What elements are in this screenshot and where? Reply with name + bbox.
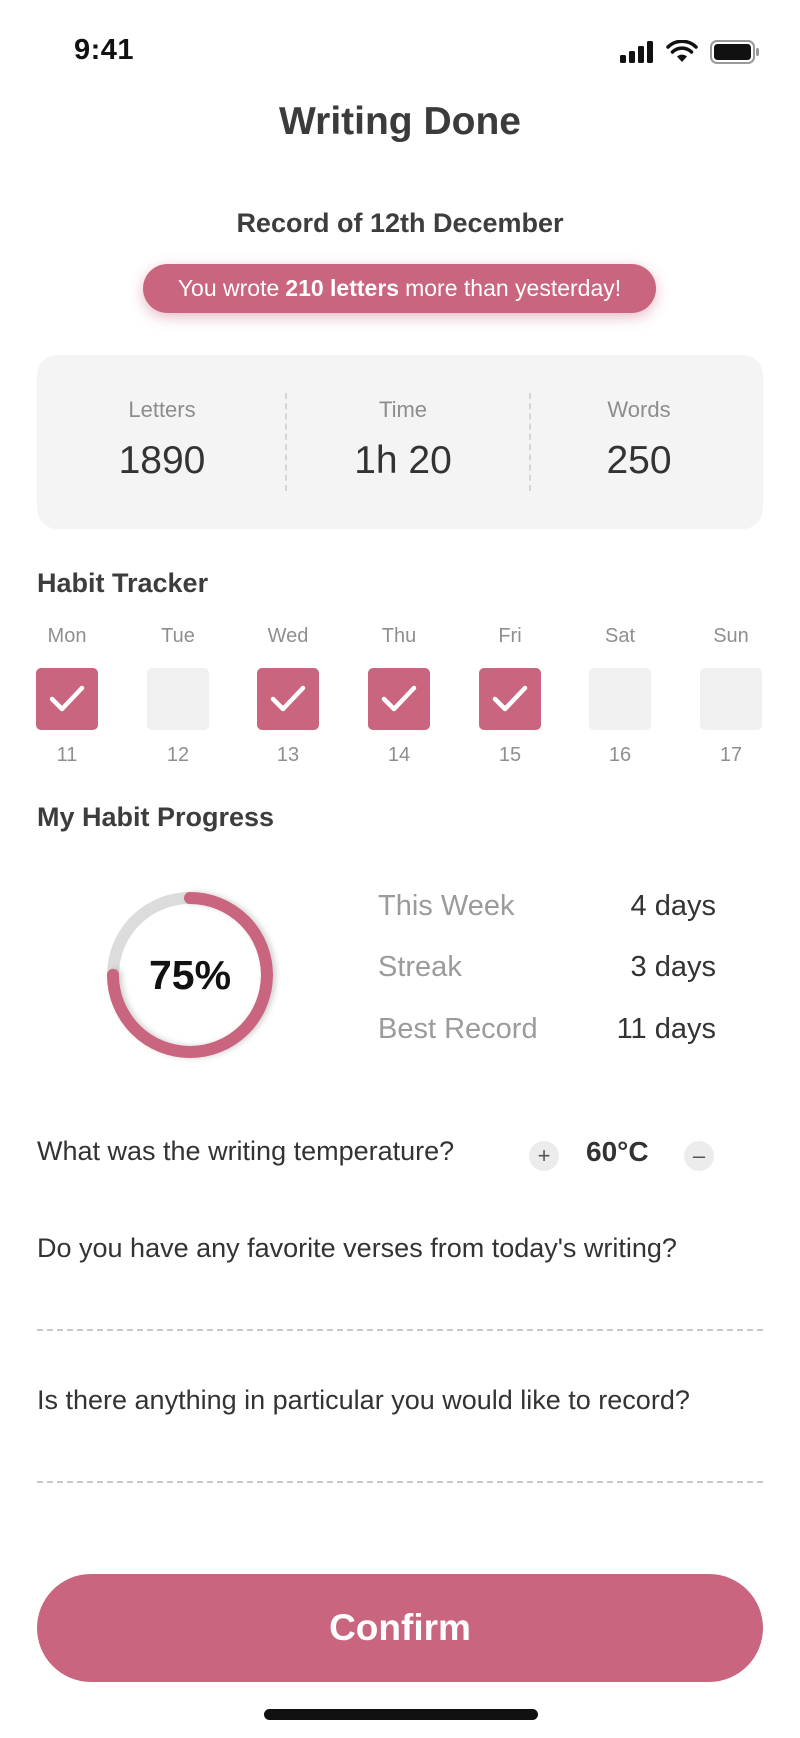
day-date: 14 — [387, 744, 411, 766]
day-name: Mon — [47, 625, 87, 647]
temperature-decrease-button[interactable]: – — [684, 1141, 714, 1171]
stat-value: 250 — [606, 439, 672, 482]
progress-label: Best Record — [378, 1013, 538, 1045]
day-sun: Sun 17 — [699, 622, 763, 767]
stat-label: Time — [378, 397, 428, 422]
progress-row-streak: Streak 3 days — [378, 951, 716, 995]
banner-suffix: more than yesterday! — [405, 275, 622, 301]
comparison-banner: You wrote 210 letters more than yesterda… — [143, 264, 656, 313]
progress-label: This Week — [378, 890, 515, 922]
day-name: Wed — [267, 625, 309, 647]
progress-row-best-record: Best Record 11 days — [378, 1013, 716, 1057]
verses-answer-input[interactable] — [37, 1329, 763, 1331]
day-date: 16 — [608, 744, 632, 766]
day-name: Sat — [604, 625, 636, 647]
day-date: 17 — [719, 744, 743, 766]
stat-label: Letters — [128, 397, 196, 422]
day-date: 11 — [56, 744, 78, 766]
progress-percent: 75% — [148, 951, 232, 998]
habit-checkbox-wed[interactable] — [257, 668, 319, 730]
day-date: 12 — [166, 744, 190, 766]
habit-checkbox-sun[interactable] — [700, 668, 762, 730]
record-answer-input[interactable] — [37, 1481, 763, 1483]
confirm-button[interactable]: Confirm — [37, 1574, 763, 1682]
record-question: Is there anything in particular you woul… — [37, 1385, 690, 1415]
banner-prefix: You wrote — [177, 275, 280, 301]
status-bar: 9:41 — [0, 0, 800, 100]
progress-row-this-week: This Week 4 days — [378, 890, 716, 934]
temperature-question: What was the writing temperature? — [37, 1136, 455, 1166]
day-mon: Mon 11 — [35, 622, 99, 767]
day-name: Sun — [713, 625, 749, 647]
progress-value: 4 days — [630, 890, 716, 922]
temperature-value: 60°C — [586, 1136, 649, 1167]
day-date: 13 — [276, 744, 300, 766]
battery-icon — [710, 40, 759, 64]
day-sat: Sat 16 — [588, 622, 652, 767]
day-wed: Wed 13 — [256, 622, 320, 767]
check-icon — [492, 685, 528, 712]
record-date: Record of 12th December — [236, 208, 564, 238]
verses-question: Do you have any favorite verses from tod… — [37, 1233, 677, 1263]
progress-value: 11 days — [616, 1013, 716, 1045]
stat-letters: Letters 1890 — [47, 355, 277, 529]
day-name: Tue — [161, 625, 195, 647]
habit-checkbox-fri[interactable] — [479, 668, 541, 730]
stat-words: Words 250 — [524, 355, 754, 529]
stat-value: 1h 20 — [354, 439, 452, 482]
habit-checkbox-sat[interactable] — [589, 668, 651, 730]
day-fri: Fri 15 — [478, 622, 542, 767]
banner-highlight: 210 letters — [285, 275, 400, 301]
check-icon — [381, 685, 417, 712]
day-name: Thu — [381, 625, 417, 647]
status-time: 9:41 — [74, 34, 135, 66]
status-icons — [620, 40, 760, 64]
wifi-icon — [666, 40, 698, 62]
page-title: Writing Done — [279, 100, 521, 143]
day-name: Fri — [498, 625, 522, 647]
day-tue: Tue 12 — [146, 622, 210, 767]
check-icon — [49, 685, 85, 712]
habit-checkbox-mon[interactable] — [36, 668, 98, 730]
habit-checkbox-thu[interactable] — [368, 668, 430, 730]
day-thu: Thu 14 — [367, 622, 431, 767]
habit-progress-title: My Habit Progress — [37, 802, 275, 832]
signal-icon — [620, 41, 653, 63]
day-date: 15 — [498, 744, 522, 766]
stats-card: Letters 1890 Time 1h 20 Words 250 — [37, 355, 763, 529]
habit-tracker-title: Habit Tracker — [37, 568, 209, 598]
stat-label: Words — [607, 397, 671, 422]
stat-value: 1890 — [118, 439, 206, 482]
home-indicator — [264, 1709, 538, 1720]
check-icon — [270, 685, 306, 712]
progress-label: Streak — [378, 951, 462, 983]
temperature-increase-button[interactable]: + — [529, 1141, 559, 1171]
stat-time: Time 1h 20 — [288, 355, 518, 529]
stat-divider — [285, 393, 287, 491]
progress-value: 3 days — [630, 951, 716, 983]
habit-checkbox-tue[interactable] — [147, 668, 209, 730]
